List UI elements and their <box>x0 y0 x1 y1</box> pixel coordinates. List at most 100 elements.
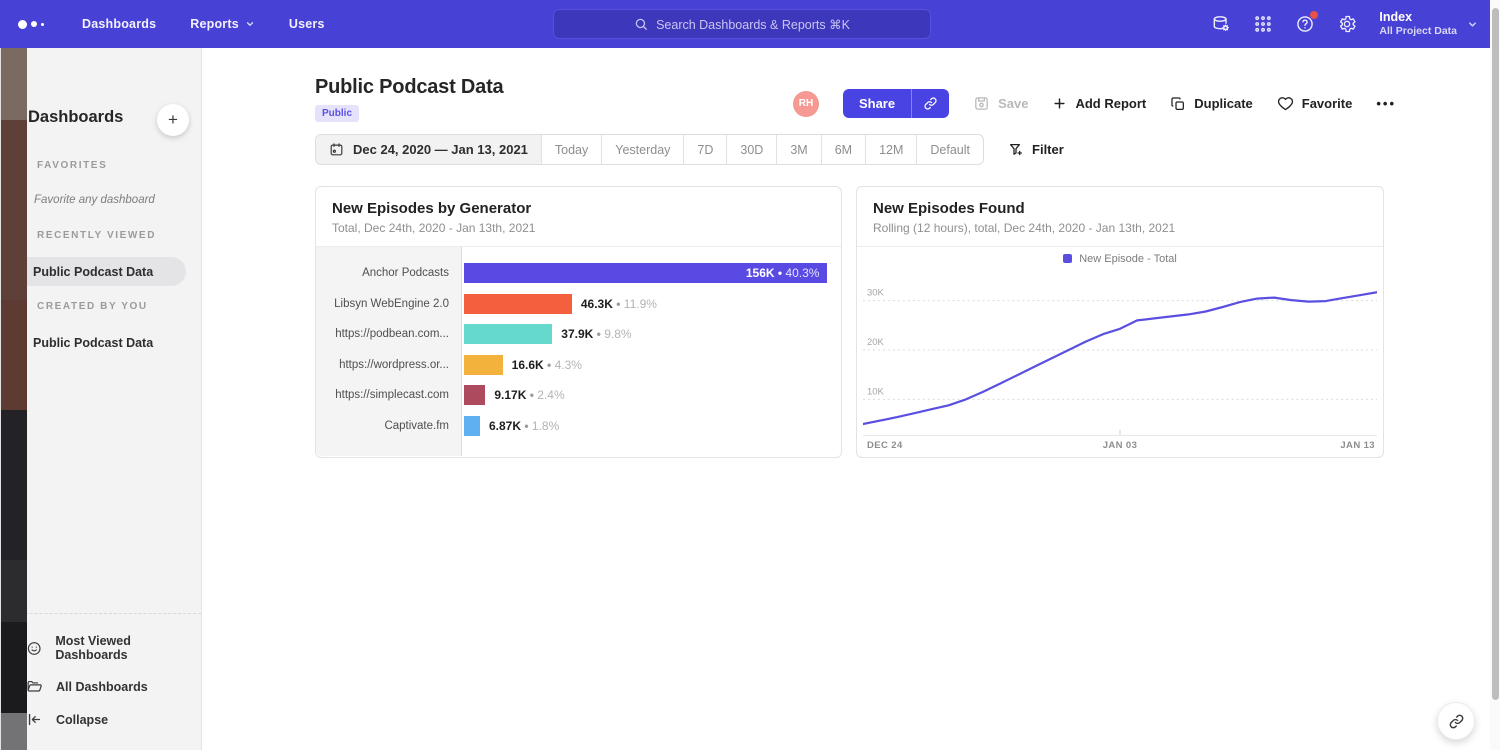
date-preset-yesterday[interactable]: Yesterday <box>601 135 683 164</box>
bar-segment[interactable] <box>464 416 480 436</box>
favorite-label: Favorite <box>1302 96 1353 111</box>
svg-text:10K: 10K <box>867 386 884 397</box>
share-label[interactable]: Share <box>843 89 911 118</box>
generator-card-subtitle: Total, Dec 24th, 2020 - Jan 13th, 2021 <box>332 221 825 235</box>
sidebar-section-recently-viewed[interactable]: RECENTLY VIEWED <box>19 230 156 241</box>
date-preset-6m[interactable]: 6M <box>821 135 865 164</box>
date-range-label: Dec 24, 2020 — Jan 13, 2021 <box>353 142 528 157</box>
date-preset-today[interactable]: Today <box>541 135 601 164</box>
bar-value-label: 37.9K • 9.8% <box>561 327 631 341</box>
sidebar-footer: Most Viewed Dashboards All Dashboards Co… <box>5 613 201 750</box>
bar-row[interactable]: https://podbean.com... 37.9K • 9.8% <box>316 319 841 350</box>
nav-reports[interactable]: Reports <box>190 17 255 31</box>
favorites-empty-hint: Favorite any dashboard <box>34 194 155 206</box>
date-preset-default[interactable]: Default <box>916 135 983 164</box>
add-dashboard-button[interactable]: + <box>157 104 189 136</box>
chevron-down-icon <box>245 19 255 29</box>
sidebar-section-favorites[interactable]: FAVORITES <box>19 160 107 171</box>
notification-dot <box>1310 11 1318 19</box>
date-range-button[interactable]: Dec 24, 2020 — Jan 13, 2021 <box>316 135 541 164</box>
bar-segment[interactable] <box>464 385 485 405</box>
generator-card-title: New Episodes by Generator <box>332 200 825 217</box>
all-dashboards-button[interactable]: All Dashboards <box>5 670 201 703</box>
bar-row[interactable]: Libsyn WebEngine 2.046.3K • 11.9% <box>316 289 841 320</box>
sidebar-item-public-podcast-data-recent[interactable]: Public Podcast Data <box>33 265 153 279</box>
save-icon <box>973 95 990 112</box>
bar-category-label: Captivate.fm <box>316 420 462 432</box>
date-preset-12m[interactable]: 12M <box>865 135 916 164</box>
apps-grid-icon[interactable] <box>1253 14 1273 34</box>
visibility-badge: Public <box>315 105 359 122</box>
save-button[interactable]: Save <box>973 95 1028 112</box>
save-label: Save <box>998 96 1028 111</box>
bar-category-label: https://podbean.com... <box>316 328 462 340</box>
link-icon <box>923 96 938 111</box>
share-link-button[interactable] <box>911 89 949 118</box>
bar-track: 9.17K • 2.4% <box>462 385 841 405</box>
folder-icon <box>26 678 43 695</box>
collapse-sidebar-button[interactable]: Collapse <box>5 703 201 736</box>
sidebar: Dashboards + FAVORITES Favorite any dash… <box>5 48 202 750</box>
more-options-button[interactable]: ••• <box>1376 96 1396 111</box>
date-preset-3m[interactable]: 3M <box>776 135 820 164</box>
bar-segment[interactable]: 156K • 40.3% <box>464 263 827 283</box>
favorite-button[interactable]: Favorite <box>1277 95 1353 112</box>
sidebar-item-public-podcast-data-created[interactable]: Public Podcast Data <box>33 336 153 350</box>
heart-icon <box>1277 95 1294 112</box>
legend-swatch <box>1063 254 1072 263</box>
generator-bar-chart[interactable]: Anchor Podcasts 156K • 40.3% Libsyn WebEng… <box>316 247 841 456</box>
date-preset-7d[interactable]: 7D <box>683 135 726 164</box>
legend-label: New Episode - Total <box>1079 253 1177 265</box>
sidebar-section-created-by-you[interactable]: CREATED BY YOU <box>19 301 148 312</box>
episodes-card-title: New Episodes Found <box>873 200 1367 217</box>
most-viewed-dashboards-button[interactable]: Most Viewed Dashboards <box>5 626 201 670</box>
bar-value-label: 46.3K • 11.9% <box>581 297 657 311</box>
bar-segment[interactable] <box>464 294 572 314</box>
line-plot: 10K20K30K <box>863 270 1377 436</box>
x-tick-jan-03: JAN 03 <box>1103 440 1138 451</box>
bar-value-label: 156K • 40.3% <box>746 263 820 283</box>
chevron-down-icon <box>1467 19 1478 30</box>
date-preset-30d[interactable]: 30D <box>726 135 776 164</box>
search-placeholder: Search Dashboards & Reports ⌘K <box>656 17 850 32</box>
bar-row[interactable]: https://wordpress.or...16.6K • 4.3% <box>316 350 841 381</box>
avatar[interactable]: RH <box>793 91 819 117</box>
bar-segment[interactable] <box>464 355 503 375</box>
filter-funnel-icon <box>1008 142 1024 158</box>
x-tick-dec-24: DEC 24 <box>867 440 903 451</box>
most-viewed-dashboards-label: Most Viewed Dashboards <box>55 634 201 662</box>
bar-segment[interactable] <box>464 324 552 344</box>
page-scrollbar-track <box>1490 0 1500 750</box>
x-tick-jan-13: JAN 13 <box>1340 440 1375 451</box>
episodes-line-chart[interactable]: New Episode - Total 10K20K30K DEC 24 JAN… <box>857 247 1383 456</box>
duplicate-button[interactable]: Duplicate <box>1170 96 1253 112</box>
copy-link-floating-button[interactable] <box>1437 702 1475 740</box>
bar-category-label: Anchor Podcasts <box>316 267 462 279</box>
bar-value-label: 16.6K • 4.3% <box>512 358 582 372</box>
page-title: Public Podcast Data <box>315 76 503 99</box>
collapse-label: Collapse <box>56 713 108 727</box>
bar-row[interactable]: Anchor Podcasts 156K • 40.3% <box>316 258 841 289</box>
global-search-input[interactable]: Search Dashboards & Reports ⌘K <box>553 9 931 39</box>
bar-row[interactable]: Captivate.fm 6.87K • 1.8% <box>316 411 841 442</box>
brand-logo-icon[interactable] <box>18 20 64 29</box>
share-button[interactable]: Share <box>843 89 949 118</box>
all-dashboards-label: All Dashboards <box>56 680 148 694</box>
bar-value-label: 6.87K • 1.8% <box>489 419 559 433</box>
nav-dashboards[interactable]: Dashboards <box>82 17 156 31</box>
data-sources-icon[interactable] <box>1211 14 1231 34</box>
bar-row[interactable]: https://simplecast.com9.17K • 2.4% <box>316 380 841 411</box>
project-switcher[interactable]: Index All Project Data <box>1379 10 1478 39</box>
page-scrollbar-thumb[interactable] <box>1492 8 1499 700</box>
add-report-button[interactable]: Add Report <box>1052 96 1146 111</box>
episodes-card-subtitle: Rolling (12 hours), total, Dec 24th, 202… <box>873 221 1367 235</box>
help-icon[interactable] <box>1295 14 1315 34</box>
svg-text:30K: 30K <box>867 288 884 299</box>
bar-track: 156K • 40.3% <box>462 263 841 283</box>
settings-icon[interactable] <box>1337 14 1357 34</box>
nav-users[interactable]: Users <box>289 17 325 31</box>
card-new-episodes-found: New Episodes Found Rolling (12 hours), t… <box>856 186 1384 458</box>
filter-button[interactable]: Filter <box>1008 142 1064 158</box>
duplicate-icon <box>1170 96 1186 112</box>
project-name: Index <box>1379 10 1457 26</box>
